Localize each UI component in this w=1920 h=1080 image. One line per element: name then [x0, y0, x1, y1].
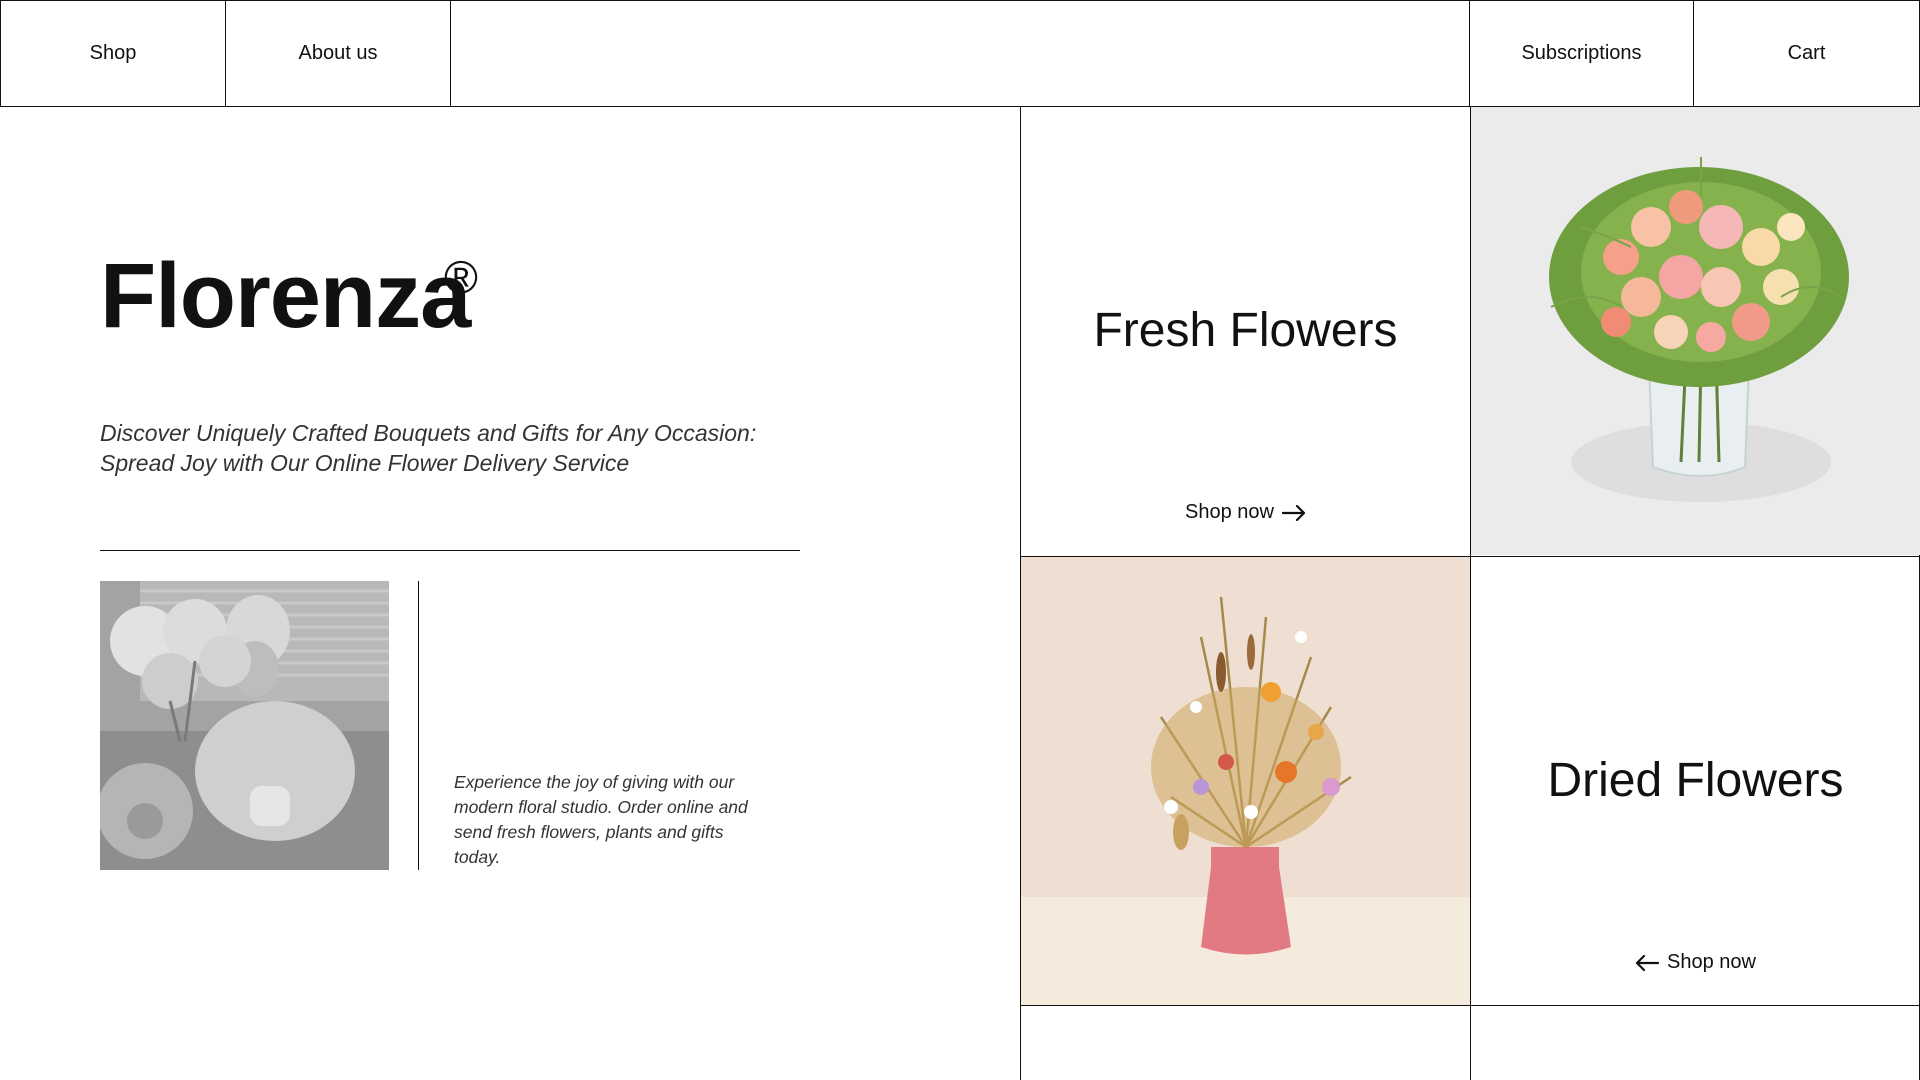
dried-flowers-shop-link[interactable]: Shop now: [1471, 949, 1920, 975]
fresh-flowers-tile: Fresh Flowers Shop now: [1021, 107, 1470, 556]
fresh-flowers-shop-link[interactable]: Shop now: [1021, 499, 1470, 525]
next-tile-left: [1021, 1006, 1470, 1080]
dried-bouquet-pink-vase-image: [1021, 557, 1470, 1005]
hero-tagline: Discover Uniquely Crafted Bouquets and G…: [100, 420, 757, 476]
nav-cart-label: Cart: [1787, 42, 1826, 64]
nav-about-label: About us: [298, 42, 378, 64]
next-tile-right: [1471, 1006, 1920, 1080]
brand-logo: Florenza: [100, 245, 471, 347]
nav-spacer: [451, 0, 1470, 106]
top-navigation: Shop About us Subscriptions Cart: [0, 0, 1920, 107]
nav-shop-link[interactable]: Shop: [0, 0, 226, 106]
woman-with-peonies-image: [100, 581, 389, 870]
registered-mark: ®: [444, 251, 478, 303]
portrait-photo: [100, 581, 389, 870]
hero-divider: [100, 550, 800, 551]
blurb-divider: [418, 581, 419, 870]
fresh-flowers-title: Fresh Flowers: [1093, 304, 1398, 357]
studio-blurb: Experience the joy of giving with our mo…: [454, 772, 748, 867]
nav-subscriptions-label: Subscriptions: [1521, 42, 1642, 64]
arrow-left-icon: [1635, 949, 1660, 975]
fresh-flowers-shop-label: Shop now: [1185, 500, 1274, 523]
dried-bouquet-photo[interactable]: [1021, 557, 1470, 1005]
arrow-right-icon: [1281, 499, 1306, 525]
bouquet-in-glass-vase-image: [1471, 107, 1920, 555]
dried-flowers-shop-label: Shop now: [1667, 950, 1756, 973]
dried-flowers-title: Dried Flowers: [1547, 754, 1844, 807]
nav-shop-label: Shop: [89, 42, 137, 64]
nav-about-link[interactable]: About us: [226, 0, 451, 106]
nav-subscriptions-link[interactable]: Subscriptions: [1470, 0, 1694, 106]
nav-cart-link[interactable]: Cart: [1694, 0, 1920, 106]
dried-flowers-tile: Dried Flowers Shop now: [1471, 557, 1920, 1005]
fresh-bouquet-photo[interactable]: [1471, 107, 1920, 555]
